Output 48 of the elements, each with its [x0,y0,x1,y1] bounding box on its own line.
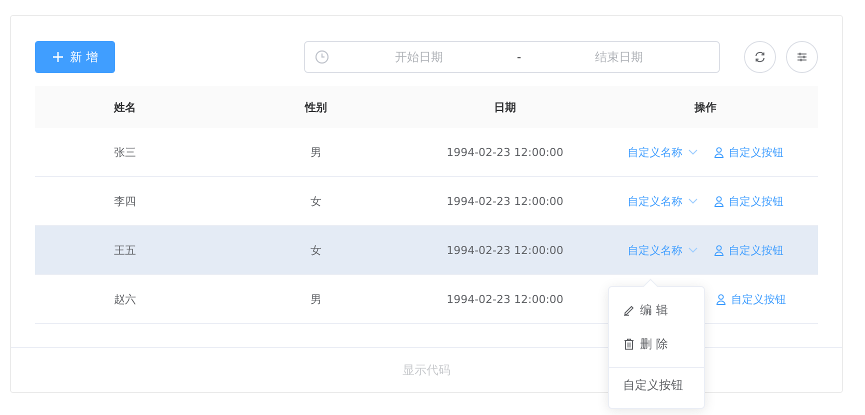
user-icon [714,196,724,206]
add-button[interactable]: 新 增 [35,41,115,73]
table-cell: 张三 [114,144,136,160]
table-cell: 李四 [114,194,136,208]
filter-button[interactable] [786,41,818,73]
custom-link[interactable]: 自定义按钮 [714,242,784,258]
table-cell: 女 [310,242,322,258]
custom-link[interactable]: 自定义按钮 [716,292,786,306]
dropdown-link[interactable]: 自定义名称 [628,194,698,208]
menu-item[interactable]: 删 除 [609,327,704,361]
refresh-icon [754,51,766,63]
chevron-down-icon [688,247,698,253]
start-date-input[interactable]: 开始日期 [329,49,509,65]
dropdown-link[interactable]: 自定义名称 [628,242,698,258]
custom-link[interactable]: 自定义按钮 [714,194,784,208]
table-cell: 男 [310,144,322,160]
table-cell: 男 [310,292,322,306]
refresh-button[interactable] [744,41,776,73]
custom-link[interactable]: 自定义按钮 [714,144,784,160]
table-cell: 1994-02-23 12:00:00 [446,292,564,306]
pencil-icon [623,304,635,316]
range-separator: - [516,50,522,64]
column-header: 操作 [693,100,718,116]
clock-icon [315,50,329,64]
user-icon [714,146,724,158]
column-header: 姓名 [112,100,137,116]
column-header: 日期 [493,100,517,116]
table-cell: 1994-02-23 12:00:00 [446,244,564,256]
dropdown-link[interactable]: 自定义名称 [628,144,698,160]
sliders-icon [796,51,808,63]
table-cell: 女 [310,194,322,208]
table-cell: 1994-02-23 12:00:00 [446,194,564,208]
plus-icon [52,51,64,63]
chevron-down-icon [688,149,698,155]
table-cell: 赵六 [114,292,136,306]
column-header: 性别 [304,100,328,116]
chevron-down-icon [688,198,698,204]
trash-icon [623,338,635,350]
menu-item[interactable]: 自定义按钮 [609,367,704,402]
table-row[interactable]: 王五 女 1994-02-23 12:00:00 自定义名称 自定义按钮 [35,226,818,275]
date-range-field[interactable]: 开始日期 - 结束日期 [304,41,720,73]
table-cell: 王五 [114,242,136,258]
table-cell: 1994-02-23 12:00:00 [446,146,564,158]
user-icon [716,294,726,304]
menu-item[interactable]: 编 辑 [609,293,704,327]
table-row[interactable]: 张三 男 1994-02-23 12:00:00 自定义名称 自定义按钮 [35,128,818,177]
user-icon [714,244,724,256]
end-date-input[interactable]: 结束日期 [529,49,709,65]
